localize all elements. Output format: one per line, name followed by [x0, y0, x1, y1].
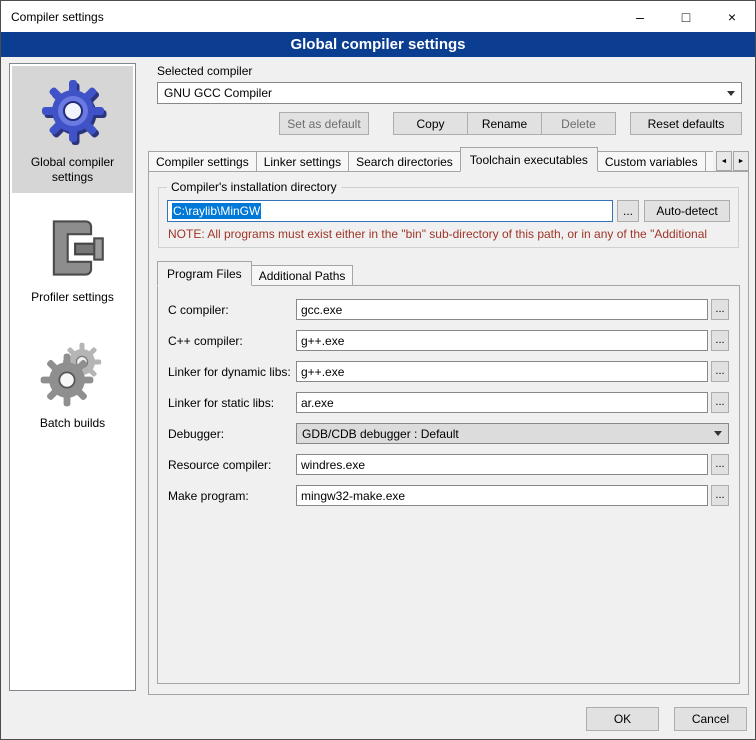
dynamic-linker-row: Linker for dynamic libs: ... [168, 361, 729, 382]
installation-directory-group: Compiler's installation directory C:\ray… [158, 187, 739, 248]
c-compiler-row: C compiler: ... [168, 299, 729, 320]
resource-compiler-input[interactable] [296, 454, 708, 475]
sidebar-item-profiler-settings[interactable]: Profiler settings [12, 207, 133, 313]
toolchain-executables-panel: Compiler's installation directory C:\ray… [148, 171, 749, 695]
set-as-default-button[interactable]: Set as default [279, 112, 369, 135]
titlebar: Compiler settings – □ × [1, 1, 755, 32]
note-text: NOTE: All programs must exist either in … [168, 227, 730, 241]
auto-detect-button[interactable]: Auto-detect [644, 200, 730, 222]
close-icon[interactable]: × [709, 1, 755, 32]
debugger-label: Debugger: [168, 427, 296, 441]
sidebar-item-label: Global compiler settings [16, 155, 129, 185]
make-program-row: Make program: ... [168, 485, 729, 506]
tab-scroll-left-icon[interactable]: ◄ [716, 151, 732, 171]
sidebar-item-label: Batch builds [40, 416, 105, 431]
compiler-select-value: GNU GCC Compiler [164, 86, 272, 100]
compiler-actions: Set as default Copy Rename Delete Reset … [148, 112, 742, 135]
window-controls: – □ × [617, 1, 755, 32]
make-program-browse-button[interactable]: ... [711, 485, 729, 506]
debugger-select[interactable]: GDB/CDB debugger : Default [296, 423, 729, 444]
gear-icon [36, 74, 110, 148]
cpp-compiler-browse-button[interactable]: ... [711, 330, 729, 351]
chevron-down-icon [722, 84, 740, 102]
ok-button[interactable]: OK [586, 707, 659, 731]
cpp-compiler-label: C++ compiler: [168, 334, 296, 348]
reset-defaults-button[interactable]: Reset defaults [630, 112, 742, 135]
installation-directory-value: C:\raylib\MinGW [172, 203, 261, 219]
program-tabs: Program Files Additional Paths [157, 261, 740, 286]
rename-button[interactable]: Rename [467, 112, 542, 135]
compiler-settings-window: { "window": { "title": "Compiler setting… [0, 0, 756, 740]
static-linker-row: Linker for static libs: ... [168, 392, 729, 413]
category-list: Global compiler settings Profiler settin… [9, 63, 136, 691]
tab-program-files[interactable]: Program Files [157, 261, 252, 286]
debugger-select-value: GDB/CDB debugger : Default [302, 427, 459, 441]
c-compiler-label: C compiler: [168, 303, 296, 317]
installation-directory-input[interactable]: C:\raylib\MinGW [167, 200, 613, 222]
make-program-input[interactable] [296, 485, 708, 506]
settings-tabs: Compiler settings Linker settings Search… [148, 147, 749, 172]
selected-compiler-label: Selected compiler [157, 64, 749, 78]
tab-search-directories[interactable]: Search directories [348, 151, 461, 172]
static-linker-input[interactable] [296, 392, 708, 413]
c-compiler-browse-button[interactable]: ... [711, 299, 729, 320]
compiler-select[interactable]: GNU GCC Compiler [157, 82, 742, 104]
cpp-compiler-row: C++ compiler: ... [168, 330, 729, 351]
chevron-down-icon [709, 425, 727, 442]
resource-compiler-label: Resource compiler: [168, 458, 296, 472]
dynamic-linker-input[interactable] [296, 361, 708, 382]
sidebar-item-global-compiler-settings[interactable]: Global compiler settings [12, 66, 133, 193]
tab-scroll-right-icon[interactable]: ► [733, 151, 749, 171]
tab-compiler-settings[interactable]: Compiler settings [148, 151, 257, 172]
debugger-row: Debugger: GDB/CDB debugger : Default [168, 423, 729, 444]
c-compiler-input[interactable] [296, 299, 708, 320]
minimize-icon[interactable]: – [617, 1, 663, 32]
make-program-label: Make program: [168, 489, 296, 503]
tab-toolchain-executables[interactable]: Toolchain executables [460, 147, 598, 172]
dynamic-linker-browse-button[interactable]: ... [711, 361, 729, 382]
window-title: Compiler settings [1, 10, 617, 24]
tab-linker-settings[interactable]: Linker settings [256, 151, 349, 172]
profiler-icon [39, 215, 107, 283]
batch-builds-icon [36, 335, 110, 409]
tab-additional-paths[interactable]: Additional Paths [251, 265, 354, 286]
sidebar-item-batch-builds[interactable]: Batch builds [12, 327, 133, 439]
static-linker-label: Linker for static libs: [168, 396, 296, 410]
sidebar-item-label: Profiler settings [31, 290, 114, 305]
tab-scroll-buttons: ◄ ► [713, 151, 749, 171]
delete-button[interactable]: Delete [541, 112, 616, 135]
dialog-footer: OK Cancel [586, 707, 747, 731]
static-linker-browse-button[interactable]: ... [711, 392, 729, 413]
installation-directory-row: C:\raylib\MinGW ... Auto-detect [167, 200, 730, 222]
dynamic-linker-label: Linker for dynamic libs: [168, 365, 296, 379]
main-panel: Selected compiler GNU GCC Compiler Set a… [148, 61, 749, 695]
copy-button[interactable]: Copy [393, 112, 468, 135]
cancel-button[interactable]: Cancel [674, 707, 747, 731]
resource-compiler-row: Resource compiler: ... [168, 454, 729, 475]
cpp-compiler-input[interactable] [296, 330, 708, 351]
resource-compiler-browse-button[interactable]: ... [711, 454, 729, 475]
program-files-panel: C compiler: ... C++ compiler: ... Linker… [157, 285, 740, 684]
maximize-icon[interactable]: □ [663, 1, 709, 32]
dialog-header: Global compiler settings [1, 32, 755, 57]
installation-directory-group-title: Compiler's installation directory [167, 180, 341, 194]
browse-directory-button[interactable]: ... [617, 200, 639, 222]
tab-custom-variables[interactable]: Custom variables [597, 151, 706, 172]
